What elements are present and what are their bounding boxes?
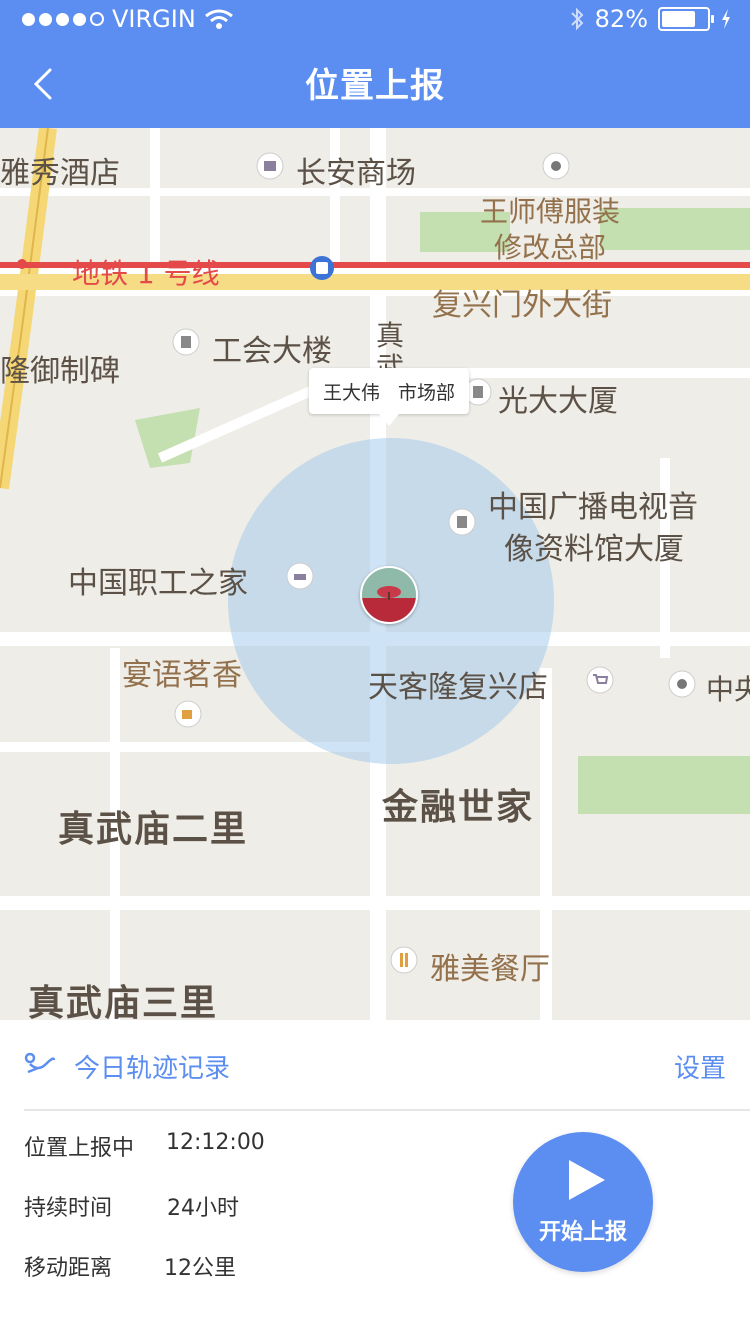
hotel-icon (286, 562, 314, 590)
restaurant-icon (390, 946, 418, 974)
map-poi-guangda: 光大大厦 (498, 384, 618, 419)
start-report-button[interactable]: 开始上报 (513, 1132, 653, 1272)
bluetooth-icon (570, 7, 584, 31)
location-dot-icon (668, 670, 696, 698)
track-route-icon (24, 1052, 56, 1074)
location-dot-icon (542, 152, 570, 180)
battery-icon (658, 7, 714, 31)
map-poi-broadcast-2: 像资料馆大厦 (504, 532, 684, 567)
cart-icon (586, 666, 614, 694)
track-record-row[interactable]: 今日轨迹记录 设置 (0, 1020, 750, 1110)
battery-percent: 82% (594, 5, 648, 33)
info-row-duration: 持续时间 24小时 (24, 1190, 239, 1222)
map-poi-tailor: 王师傅服装 (480, 195, 621, 228)
user-department: 市场部 (398, 381, 456, 404)
map-poi-store: 天客隆复兴店 (368, 670, 548, 705)
building-icon (256, 152, 284, 180)
info-value: 12:12:00 (166, 1130, 265, 1155)
carrier-name: VIRGIN (112, 5, 196, 33)
app-header: VIRGIN 82% 位置上报 (0, 0, 750, 128)
nav-bar: 位置上报 (0, 40, 750, 128)
charging-icon (722, 9, 730, 29)
map-area-finance: 金融世家 (382, 787, 535, 828)
info-label: 移动距离 (24, 1256, 113, 1281)
map-poi-union-building: 工会大楼 (212, 334, 332, 369)
map-poi-broadcast: 中国广播电视音 (488, 490, 698, 525)
signal-strength-icon (22, 12, 104, 26)
track-record-link[interactable]: 今日轨迹记录 (74, 1048, 230, 1085)
user-avatar[interactable] (360, 566, 418, 624)
play-icon (569, 1160, 605, 1200)
info-row-status: 位置上报中 12:12:00 (24, 1130, 265, 1162)
map-street-name: 复兴门外大街 (432, 288, 612, 323)
map-poi-zhongyang: 中央 (706, 673, 750, 706)
avatar-image (362, 568, 416, 622)
office-icon (172, 328, 200, 356)
map-poi-tea: 宴语茗香 (122, 658, 242, 693)
map-area-zwm2: 真武庙二里 (58, 809, 249, 850)
settings-link[interactable]: 设置 (674, 1048, 726, 1085)
info-label: 持续时间 (24, 1196, 113, 1221)
divider (24, 1109, 750, 1111)
start-report-label: 开始上报 (538, 1220, 627, 1245)
office-icon (448, 508, 476, 536)
info-label: 位置上报中 (24, 1136, 135, 1161)
user-name: 王大伟 (322, 381, 380, 404)
status-bar: VIRGIN 82% (0, 0, 750, 40)
map-metro-line: 地铁 1 号线 (72, 257, 220, 290)
map-poi-mall: 长安商场 (296, 156, 416, 191)
map-poi-tailor-2: 修改总部 (494, 231, 607, 264)
user-callout[interactable]: 王大伟 市场部 (309, 368, 469, 426)
map-poi-hotel: 雅秀酒店 (0, 156, 120, 191)
map-poi-workers-home: 中国职工之家 (68, 566, 248, 601)
map-poi-restaurant: 雅美餐厅 (430, 952, 550, 987)
report-panel: 今日轨迹记录 设置 位置上报中 12:12:00 持续时间 24小时 移动距离 … (0, 1020, 750, 1334)
info-value: 12公里 (164, 1256, 236, 1281)
coffee-icon (174, 700, 202, 728)
bus-icon (316, 262, 328, 274)
map-area-zwm3: 真武庙三里 (28, 983, 219, 1020)
wifi-icon (204, 9, 233, 29)
map-view[interactable]: 雅秀酒店 长安商场 王师傅服装 修改总部 地铁 1 号线 复兴门外大街 工会大楼… (0, 128, 750, 1020)
map-poi-stele: 隆御制碑 (0, 354, 120, 389)
info-value: 24小时 (167, 1196, 239, 1221)
info-row-distance: 移动距离 12公里 (24, 1250, 236, 1282)
page-title: 位置上报 (305, 66, 445, 106)
